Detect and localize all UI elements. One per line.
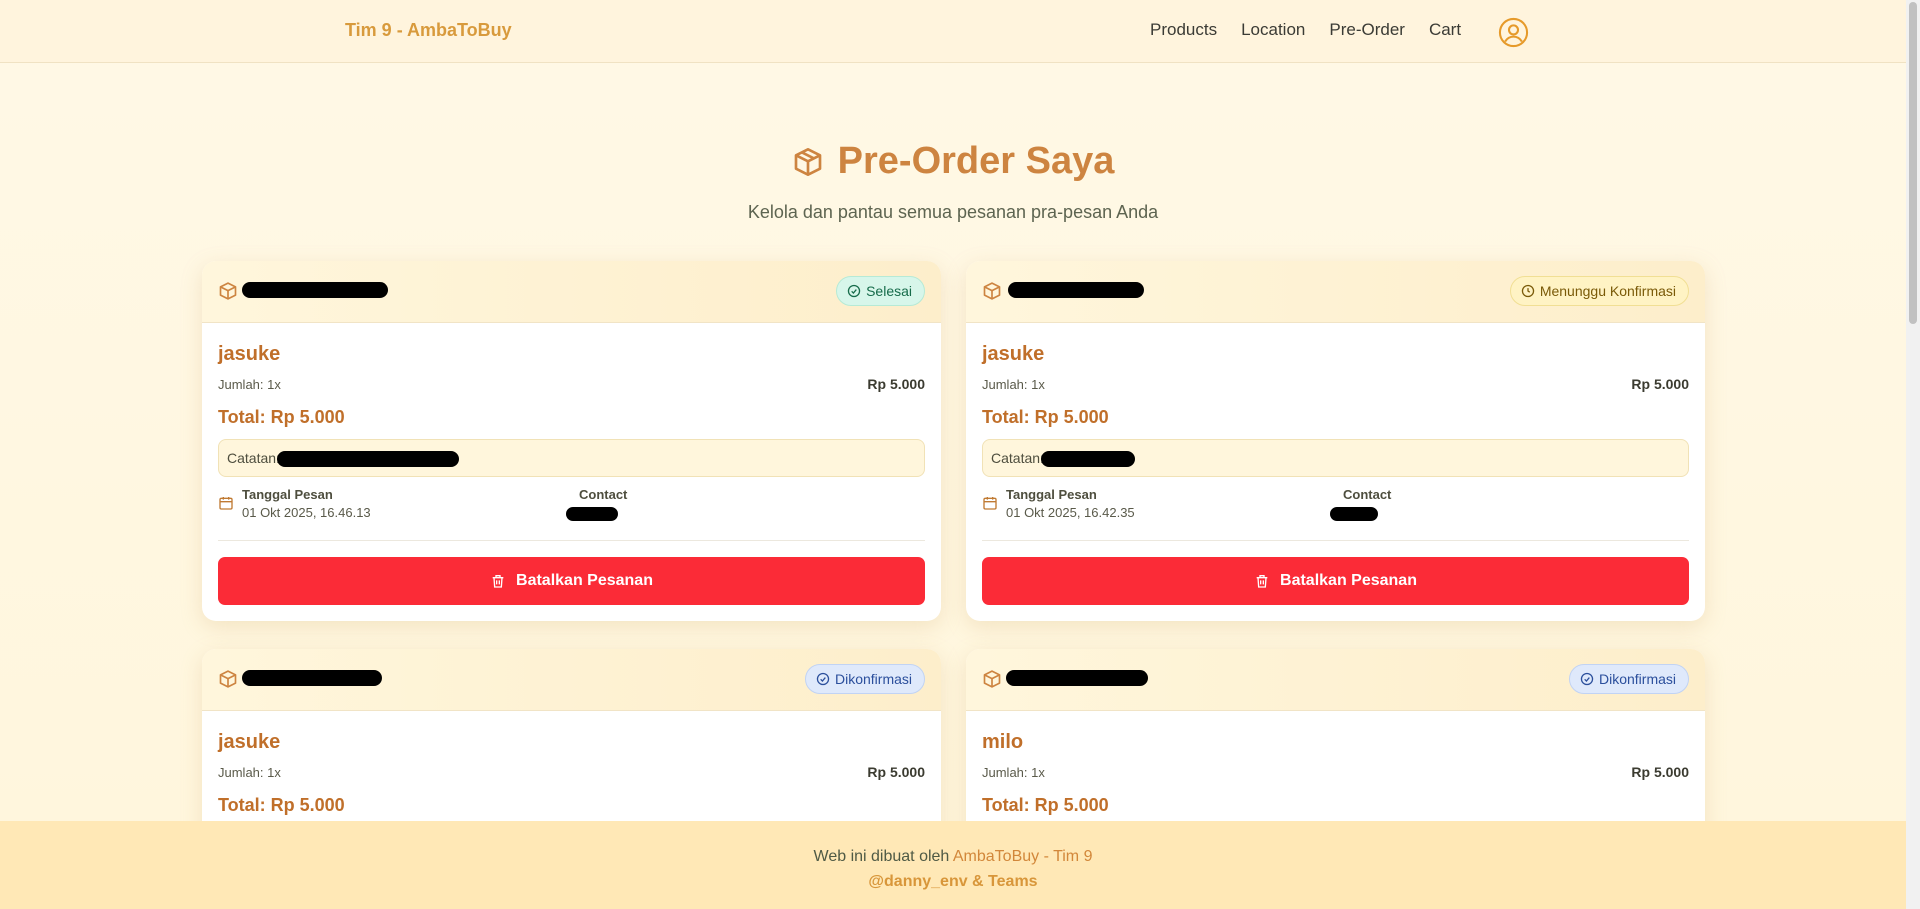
order-card-header: Menunggu Konfirmasi bbox=[966, 261, 1705, 323]
status-badge: Dikonfirmasi bbox=[804, 664, 925, 694]
note-box: Catatan: bbox=[982, 439, 1689, 477]
nav-links: Products Location Pre-Order Cart bbox=[1150, 20, 1461, 40]
redacted-order-id bbox=[1006, 670, 1148, 686]
nav-pre-order[interactable]: Pre-Order bbox=[1329, 20, 1405, 40]
status-label: Menunggu Konfirmasi bbox=[1539, 283, 1676, 299]
divider bbox=[218, 540, 925, 541]
redacted-order-id bbox=[242, 670, 382, 686]
brand-logo-text[interactable]: Tim 9 - AmbaToBuy bbox=[345, 20, 512, 41]
redacted-contact bbox=[1330, 507, 1378, 521]
calendar-icon bbox=[219, 497, 233, 510]
redacted-contact bbox=[566, 507, 618, 521]
product-name: milo bbox=[982, 731, 1024, 753]
order-card: Selesai jasuke Jumlah: 1x Rp 5.000 Total… bbox=[202, 261, 941, 621]
scrollbar[interactable] bbox=[1906, 0, 1920, 909]
page-heading: Pre-Order Saya bbox=[0, 140, 1906, 183]
note-label: Catatan: bbox=[227, 450, 280, 466]
unit-price: Rp 5.000 bbox=[1631, 376, 1689, 392]
page-subtitle: Kelola dan pantau semua pesanan pra-pesa… bbox=[747, 202, 1159, 222]
status-label: Selesai bbox=[866, 283, 912, 299]
status-badge: Menunggu Konfirmasi bbox=[1509, 276, 1689, 306]
divider bbox=[982, 540, 1689, 541]
package-icon bbox=[983, 670, 1001, 688]
order-card-header: Dikonfirmasi bbox=[202, 649, 941, 711]
total-price: Total: Rp 5.000 bbox=[982, 407, 1109, 427]
date-value: 01 Okt 2025, 16.46.13 bbox=[242, 505, 371, 520]
clock-icon bbox=[1521, 284, 1534, 298]
quantity: Jumlah: 1x bbox=[982, 377, 1045, 392]
total-price: Total: Rp 5.000 bbox=[218, 795, 345, 815]
check-circle-icon bbox=[816, 672, 830, 686]
total-price: Total: Rp 5.000 bbox=[218, 407, 345, 427]
status-badge: Dikonfirmasi bbox=[1568, 664, 1689, 694]
order-card: Menunggu Konfirmasi jasuke Jumlah: 1x Rp… bbox=[966, 261, 1705, 621]
footer-brand: AmbaToBuy - Tim 9 bbox=[952, 848, 1093, 865]
scrollbar-thumb[interactable] bbox=[1909, 2, 1917, 324]
nav-products[interactable]: Products bbox=[1150, 20, 1217, 40]
package-icon bbox=[983, 282, 1001, 300]
note-box: Catatan: bbox=[218, 439, 925, 477]
redacted-order-id bbox=[1008, 282, 1144, 298]
product-name: jasuke bbox=[218, 343, 281, 365]
calendar-icon bbox=[983, 497, 997, 510]
footer-credit: Web ini dibuat oleh AmbaToBuy - Tim 9 bbox=[0, 848, 1906, 866]
quantity: Jumlah: 1x bbox=[218, 765, 281, 780]
order-card-header: Dikonfirmasi bbox=[966, 649, 1705, 711]
date-label: Tanggal Pesan bbox=[242, 487, 333, 502]
note-label: Catatan: bbox=[991, 450, 1044, 466]
package-icon bbox=[219, 282, 237, 300]
order-card: Dikonfirmasi jasuke Jumlah: 1x Rp 5.000 … bbox=[202, 649, 941, 849]
quantity: Jumlah: 1x bbox=[982, 765, 1045, 780]
footer-team: @danny_env & Teams bbox=[868, 873, 1038, 890]
page-title: Pre-Order Saya bbox=[837, 140, 1115, 182]
total-price: Total: Rp 5.000 bbox=[982, 795, 1109, 815]
unit-price: Rp 5.000 bbox=[867, 376, 925, 392]
check-circle-icon bbox=[1580, 672, 1594, 686]
contact-label: Contact bbox=[579, 487, 628, 502]
trash-icon bbox=[1256, 575, 1268, 588]
date-label: Tanggal Pesan bbox=[1006, 487, 1097, 502]
order-card: Dikonfirmasi milo Jumlah: 1x Rp 5.000 To… bbox=[966, 649, 1705, 849]
check-circle-icon bbox=[847, 284, 861, 298]
cancel-order-label: Batalkan Pesanan bbox=[1280, 572, 1417, 589]
navbar: Tim 9 - AmbaToBuy Products Location Pre-… bbox=[0, 0, 1906, 63]
footer-credit-prefix: Web ini dibuat oleh bbox=[813, 848, 953, 865]
quantity: Jumlah: 1x bbox=[218, 377, 281, 392]
unit-price: Rp 5.000 bbox=[867, 764, 925, 780]
product-name: jasuke bbox=[218, 731, 281, 753]
date-value: 01 Okt 2025, 16.42.35 bbox=[1006, 505, 1135, 520]
nav-cart[interactable]: Cart bbox=[1429, 20, 1461, 40]
product-name: jasuke bbox=[982, 343, 1045, 365]
nav-location[interactable]: Location bbox=[1241, 20, 1305, 40]
status-label: Dikonfirmasi bbox=[834, 671, 912, 687]
order-card-header: Selesai bbox=[202, 261, 941, 323]
footer: Web ini dibuat oleh AmbaToBuy - Tim 9 @d… bbox=[0, 821, 1906, 909]
redacted-order-id bbox=[242, 282, 388, 298]
cancel-order-label: Batalkan Pesanan bbox=[516, 572, 653, 589]
redacted-note bbox=[277, 451, 459, 467]
contact-label: Contact bbox=[1343, 487, 1392, 502]
status-label: Dikonfirmasi bbox=[1598, 671, 1676, 687]
trash-icon bbox=[492, 575, 504, 588]
redacted-note bbox=[1041, 451, 1135, 467]
cancel-order-button[interactable]: Batalkan Pesanan bbox=[218, 557, 925, 605]
package-icon bbox=[219, 670, 237, 688]
unit-price: Rp 5.000 bbox=[1631, 764, 1689, 780]
status-badge: Selesai bbox=[836, 276, 925, 306]
package-icon bbox=[794, 147, 821, 176]
user-circle-icon[interactable] bbox=[1498, 17, 1529, 48]
cancel-order-button[interactable]: Batalkan Pesanan bbox=[982, 557, 1689, 605]
